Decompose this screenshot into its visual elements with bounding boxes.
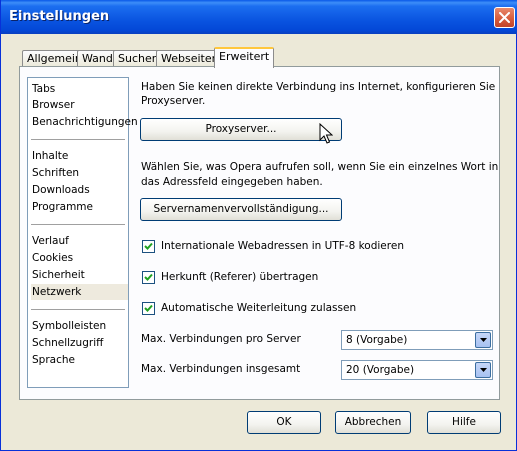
checkmark-icon [144,242,153,250]
server-description-line1: Wählen Sie, was Opera aufrufen soll, wen… [141,161,499,173]
dropdown-button[interactable] [475,362,491,378]
tab-wand[interactable]: Wand [77,50,118,67]
list-separator [31,224,125,225]
max-total-select[interactable]: 20 (Vorgabe) [341,360,493,380]
sidebar-item-schnellzugriff[interactable]: Schnellzugriff [31,335,128,351]
sidebar-item-downloads[interactable]: Downloads [31,182,128,198]
sidebar-item-sprache[interactable]: Sprache [31,352,128,368]
category-list[interactable]: Tabs Browser Benachrichtigungen Inhalte … [27,77,138,388]
checkmark-icon [144,304,153,312]
sidebar-item-symbolleisten[interactable]: Symbolleisten [31,318,128,334]
window-title: Einstellungen [9,9,110,24]
server-description-line2: das Adressfeld eingegeben haben. [141,176,323,188]
proxy-server-button[interactable]: Proxyserver... [140,118,342,141]
tab-erweitert[interactable]: Erweitert [214,47,275,68]
help-button[interactable]: Hilfe [427,411,501,434]
max-total-label: Max. Verbindungen insgesamt [141,363,301,375]
redirect-checkbox-label: Automatische Weiterleitung zulassen [161,302,357,314]
referer-checkbox[interactable] [142,271,155,284]
sidebar-item-programme[interactable]: Programme [31,199,128,215]
sidebar-item-inhalte[interactable]: Inhalte [31,148,128,164]
list-separator [31,309,125,310]
dropdown-button[interactable] [475,332,491,348]
title-bar[interactable]: Einstellungen [1,0,517,34]
sidebar-item-tabs[interactable]: Tabs [31,81,128,97]
chevron-down-icon [480,368,487,372]
list-separator [31,139,125,140]
close-button[interactable] [494,7,515,28]
settings-dialog: Einstellungen Allgemein Wand Suchen Webs… [0,0,517,451]
max-per-server-label: Max. Verbindungen pro Server [141,333,301,345]
redirect-checkbox[interactable] [142,302,155,315]
proxy-description-line2: Proxyserver. [141,95,206,107]
sidebar-item-schriften[interactable]: Schriften [31,165,128,181]
sidebar-item-netzwerk[interactable]: Netzwerk [31,284,128,300]
sidebar-item-browser[interactable]: Browser [31,97,128,113]
max-per-server-select[interactable]: 8 (Vorgabe) [341,330,493,350]
max-total-value: 20 (Vorgabe) [346,364,415,376]
checkmark-icon [144,273,153,281]
utf8-checkbox[interactable] [142,240,155,253]
chevron-down-icon [480,338,487,342]
utf8-checkbox-label: Internationale Webadressen in UTF-8 kodi… [161,240,404,252]
max-per-server-value: 8 (Vorgabe) [346,334,408,346]
sidebar-item-sicherheit[interactable]: Sicherheit [31,267,128,283]
close-icon [499,12,510,23]
sidebar-item-cookies[interactable]: Cookies [31,250,128,266]
mouse-cursor-icon [319,123,333,144]
sidebar-item-verlauf[interactable]: Verlauf [31,233,128,249]
ok-button[interactable]: OK [247,411,321,434]
cancel-button[interactable]: Abbrechen [335,411,411,434]
server-completion-button[interactable]: Servernamenvervollständigung... [140,198,342,221]
sidebar-item-benachrichtigungen[interactable]: Benachrichtigungen [31,114,138,130]
referer-checkbox-label: Herkunft (Referer) übertragen [161,271,319,283]
